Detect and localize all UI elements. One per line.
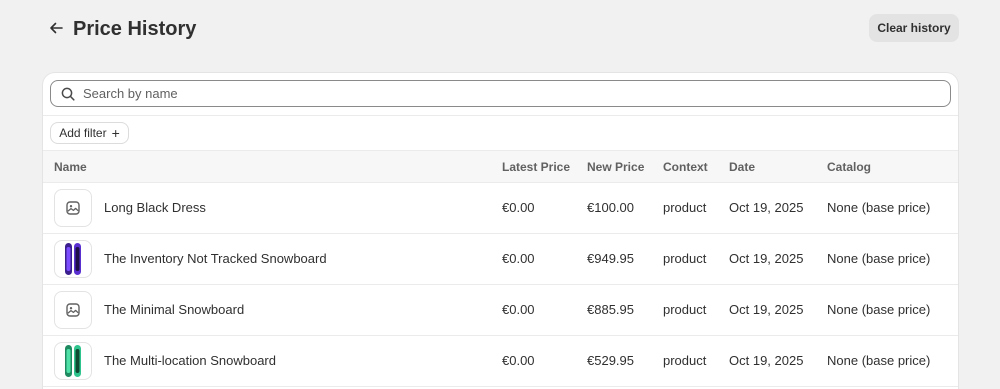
search-input[interactable] (83, 82, 950, 105)
table-row[interactable]: The Minimal Snowboard €0.00 €885.95 prod… (43, 285, 958, 336)
page-header: Price History Clear history (0, 0, 1000, 58)
table-row[interactable]: The Multi-location Snowboard €0.00 €529.… (43, 336, 958, 387)
product-name[interactable]: The Minimal Snowboard (104, 302, 244, 317)
table-header: Name Latest Price New Price Context Date… (43, 150, 958, 183)
product-name[interactable]: The Inventory Not Tracked Snowboard (104, 251, 327, 266)
context: product (663, 251, 707, 266)
column-header-context[interactable]: Context (663, 160, 708, 174)
add-filter-label: Add filter (59, 126, 107, 140)
context: product (663, 200, 707, 215)
latest-price: €0.00 (502, 200, 535, 215)
search-bar[interactable] (50, 80, 951, 107)
catalog: None (base price) (827, 353, 931, 368)
product-name[interactable]: Long Black Dress (104, 200, 206, 215)
column-header-name[interactable]: Name (54, 160, 87, 174)
product-thumbnail (54, 189, 92, 227)
product-thumbnail (54, 240, 92, 278)
latest-price: €0.00 (502, 251, 535, 266)
image-placeholder-icon (66, 303, 80, 317)
product-thumbnail (54, 291, 92, 329)
table-row[interactable]: The Inventory Not Tracked Snowboard €0.0… (43, 234, 958, 285)
catalog: None (base price) (827, 200, 931, 215)
clear-history-button[interactable]: Clear history (869, 14, 959, 42)
latest-price: €0.00 (502, 302, 535, 317)
new-price: €885.95 (587, 302, 634, 317)
catalog: None (base price) (827, 251, 931, 266)
image-placeholder-icon (66, 201, 80, 215)
column-header-latest-price[interactable]: Latest Price (502, 160, 570, 174)
column-header-new-price[interactable]: New Price (587, 160, 644, 174)
back-button[interactable] (44, 16, 68, 40)
add-filter-button[interactable]: Add filter + (50, 122, 129, 144)
plus-icon: + (111, 125, 120, 141)
catalog: None (base price) (827, 302, 931, 317)
date: Oct 19, 2025 (729, 353, 804, 368)
new-price: €949.95 (587, 251, 634, 266)
column-header-catalog[interactable]: Catalog (827, 160, 871, 174)
date: Oct 19, 2025 (729, 302, 804, 317)
page-title: Price History (73, 18, 197, 40)
new-price: €100.00 (587, 200, 634, 215)
product-thumbnail (54, 342, 92, 380)
table-row[interactable]: Long Black Dress €0.00 €100.00 product O… (43, 183, 958, 234)
context: product (663, 302, 707, 317)
snowboard-purple-icon (65, 243, 81, 275)
column-header-date[interactable]: Date (729, 160, 755, 174)
divider (43, 115, 958, 116)
new-price: €529.95 (587, 353, 634, 368)
latest-price: €0.00 (502, 353, 535, 368)
snowboard-green-icon (65, 345, 81, 377)
arrow-left-icon (50, 22, 63, 34)
date: Oct 19, 2025 (729, 251, 804, 266)
context: product (663, 353, 707, 368)
date: Oct 19, 2025 (729, 200, 804, 215)
product-name[interactable]: The Multi-location Snowboard (104, 353, 276, 368)
search-icon (53, 81, 83, 106)
price-history-card: Add filter + Name Latest Price New Price… (43, 73, 958, 389)
